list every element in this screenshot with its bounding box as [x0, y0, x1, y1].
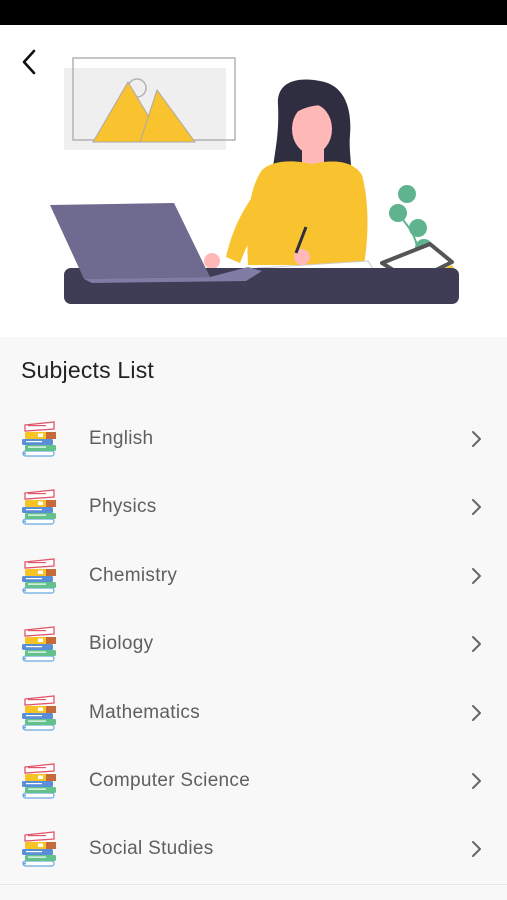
subject-item[interactable]: Computer Science — [0, 748, 507, 816]
status-bar — [0, 0, 507, 25]
chevron-right-icon — [469, 430, 483, 448]
chevron-right-icon — [469, 635, 483, 653]
chevron-right-icon — [469, 498, 483, 516]
books-stack-icon — [20, 625, 58, 663]
chevron-right-icon — [469, 840, 483, 858]
books-stack-icon — [20, 557, 58, 595]
subject-label: Physics — [89, 496, 157, 518]
subject-label: Social Studies — [89, 838, 214, 860]
books-stack-icon — [20, 694, 58, 732]
books-stack-icon — [20, 762, 58, 800]
subject-item[interactable]: Physics — [0, 474, 507, 542]
chevron-right-icon — [469, 567, 483, 585]
subject-label: Computer Science — [89, 769, 251, 791]
study-illustration — [50, 57, 459, 304]
subject-item[interactable]: Biology — [0, 611, 507, 679]
subject-item[interactable]: Chemistry — [0, 543, 507, 611]
hero-banner — [0, 25, 507, 337]
subject-label: Biology — [89, 633, 154, 655]
books-stack-icon — [20, 488, 58, 526]
chevron-right-icon — [469, 704, 483, 722]
divider — [0, 884, 507, 885]
back-button[interactable] — [12, 45, 46, 79]
chevron-right-icon — [469, 772, 483, 790]
subject-list: English Physics Chemistry Biology Mathem… — [0, 406, 507, 885]
books-stack-icon — [20, 830, 58, 868]
books-stack-icon — [20, 420, 58, 458]
subject-label: Mathematics — [89, 701, 201, 723]
page-title: Subjects List — [21, 357, 154, 383]
subject-item[interactable]: English — [0, 406, 507, 474]
subject-label: Chemistry — [89, 564, 178, 586]
subject-item[interactable]: Social Studies — [0, 816, 507, 884]
subject-item[interactable]: Mathematics — [0, 680, 507, 748]
chevron-left-icon — [22, 49, 36, 75]
subject-label: English — [89, 428, 154, 449]
